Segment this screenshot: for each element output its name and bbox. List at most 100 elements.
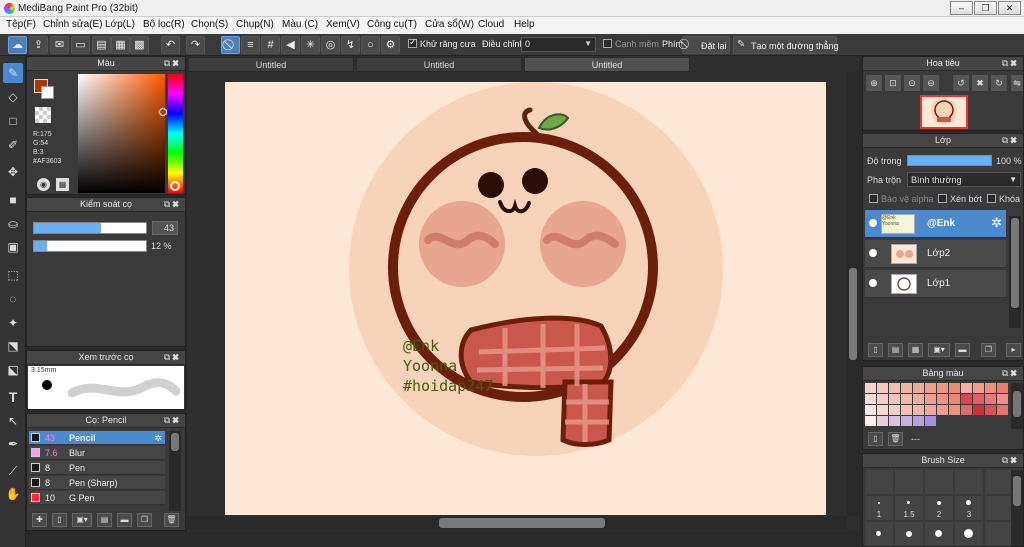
clip-checkbox[interactable] [938,194,947,203]
eye-icon[interactable] [869,249,877,257]
palette-scrollbar[interactable] [1011,383,1023,429]
color-swatch[interactable] [961,383,972,393]
palette-scroll-thumb[interactable] [1013,391,1021,417]
blend-mode-select[interactable]: Bình thường ▼ [907,172,1021,187]
color-swatch[interactable] [865,383,876,393]
brush-list-scrollbar[interactable] [169,431,181,511]
brush-item-blur[interactable]: 7.6 Blur [29,446,165,460]
antialias-checkbox[interactable] [408,37,417,48]
bucket-tool-icon[interactable]: ⛀ [3,214,23,234]
new-bitmap-layer-icon[interactable]: ▦ [908,343,923,357]
panel-controls-icon[interactable]: ⧉✖ [164,414,181,427]
dropper-tool-icon[interactable]: ✒ [3,434,23,454]
color-swatch[interactable] [877,416,888,426]
color-swatch[interactable] [889,405,900,415]
protect-alpha-checkbox[interactable] [869,194,878,203]
undo-button[interactable]: ↶ [161,36,180,54]
menu-file[interactable]: Tệp(F) [6,19,36,30]
layer-folder-icon[interactable]: ▬ [955,343,970,357]
panel-controls-icon[interactable]: ⧉✖ [1002,57,1019,70]
color-swatch[interactable] [985,383,996,393]
reset-button[interactable]: ⃠ Đặt lại [682,36,730,54]
select-pen-icon[interactable]: ⬔ [3,336,23,356]
color-swatch[interactable] [889,383,900,393]
brush-item-pen-sharp[interactable]: 8 Pen (Sharp) [29,476,165,490]
comment-icon[interactable]: ✉ [50,36,69,54]
duplicate-icon[interactable]: ❐ [137,513,152,527]
color-swatch[interactable] [925,416,936,426]
hue-handle[interactable] [170,181,180,191]
panel-controls-icon[interactable]: ⧉✖ [164,198,181,211]
color-swatch[interactable] [985,394,996,404]
straight-line-button[interactable]: ✎ Tạo một đường thẳng [733,36,838,54]
color-mode-icon[interactable]: ▦ [56,178,69,191]
color-swatch[interactable] [901,394,912,404]
duplicate-layer-icon[interactable]: ❐ [981,343,996,357]
layer-row-lop2[interactable]: Lớp2 [865,240,1006,268]
eye-icon[interactable] [869,219,877,227]
color-swatch[interactable] [937,394,948,404]
layer-opacity-slider[interactable] [907,155,992,166]
size-cell-15[interactable] [955,522,983,546]
zoom-actual-icon[interactable]: ⊙ [904,75,920,91]
color-swatch[interactable] [901,383,912,393]
hand-tool-icon[interactable]: ✋ [3,484,23,504]
color-swatch[interactable] [985,405,996,415]
gear-icon[interactable]: ✲ [154,431,162,445]
operation-tool-icon[interactable]: ↖ [3,411,23,431]
transparent-swatch[interactable] [35,107,51,123]
layer-scrollbar[interactable] [1009,216,1021,328]
horizontal-scrollbar[interactable] [187,516,847,530]
canvas-area[interactable]: Untitled Untitled Untitled @Enk Yoonna #… [187,56,859,531]
palette-icon[interactable]: ◉ [37,178,50,191]
color-swatch[interactable] [937,405,948,415]
edge-toggle[interactable]: Cạnh mềm [603,39,659,49]
brush-item-pen[interactable]: 8 Pen [29,461,165,475]
size-cell[interactable] [985,496,1013,520]
navigator-thumbnail[interactable] [920,95,968,129]
brush-copy-icon[interactable]: ▤ [97,513,112,527]
maximize-button[interactable]: ❐ [974,1,997,15]
chat-icon[interactable]: ▭ [71,36,90,54]
color-swatch[interactable] [913,405,924,415]
parallel-snap-icon[interactable]: ≡ [241,36,260,54]
eraser-tool-icon[interactable]: ◇ [3,87,23,107]
folder-icon[interactable]: ▬ [117,513,132,527]
rotate-left-icon[interactable]: ↺ [953,75,969,91]
color-swatch[interactable] [973,394,984,404]
layer-row-enk[interactable]: @Enk Yoonna @Enk ✲ [865,210,1006,238]
delete-swatch-icon[interactable]: 🗑 [888,432,903,446]
brush-size-value[interactable]: 43 [152,221,178,235]
color-swatch[interactable] [925,405,936,415]
menu-view[interactable]: Xem(V) [326,19,360,30]
color-swatch[interactable] [925,383,936,393]
color-swatch[interactable] [877,405,888,415]
size-cell[interactable] [955,470,983,494]
color-swatch[interactable] [925,394,936,404]
color-swatch[interactable] [889,394,900,404]
lock-checkbox[interactable] [987,194,996,203]
circle-snap-icon[interactable]: ○ [361,36,380,54]
menu-color[interactable]: Màu (C) [282,19,318,30]
new-layer-icon[interactable]: ▯ [868,343,883,357]
color-swatch[interactable] [901,416,912,426]
eyedropper-tool-icon[interactable]: ⟋ [3,461,23,481]
size-cell[interactable] [865,470,893,494]
menu-cloud[interactable]: Cloud [478,19,504,30]
panel-controls-icon[interactable]: ⧉✖ [1002,454,1019,467]
color-swatch[interactable] [937,383,948,393]
color-swatch[interactable] [997,394,1008,404]
protect-alpha-toggle[interactable]: Bảo vệ alpha [869,194,934,204]
size-cell[interactable] [985,470,1013,494]
panel-controls-icon[interactable]: ⧉✖ [1002,367,1019,380]
size-cell-2[interactable]: 2 [925,496,953,520]
horizontal-scroll-thumb[interactable] [439,518,605,528]
color-swatch[interactable] [901,405,912,415]
brush-item-pencil[interactable]: 43 Pencil ✲ [29,431,165,445]
text-tool-icon[interactable]: T [3,387,23,407]
color-swatch[interactable] [949,394,960,404]
menu-window[interactable]: Cửa sổ(W) [425,19,474,30]
concentric-snap-icon[interactable]: ◎ [321,36,340,54]
color-swatch[interactable] [865,416,876,426]
layer-row-lop1[interactable]: Lớp1 [865,270,1006,298]
